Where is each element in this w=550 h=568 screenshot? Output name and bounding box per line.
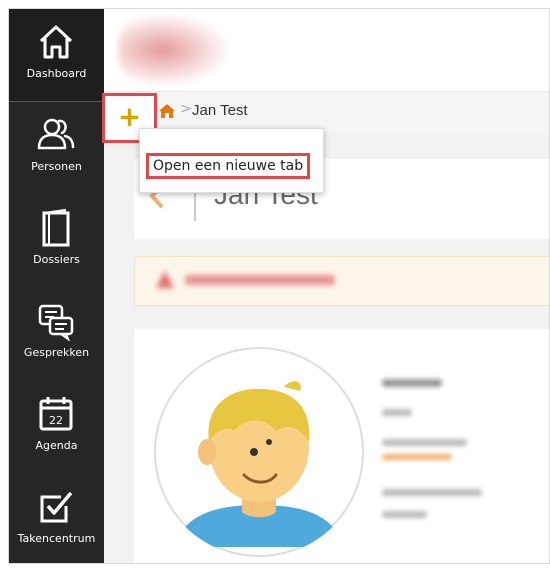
avatar-illustration — [154, 347, 364, 557]
top-bar — [104, 9, 549, 91]
sidebar-item-dashboard[interactable]: Dashboard — [9, 9, 104, 102]
people-icon — [37, 118, 75, 150]
sidebar: Dashboard Personen Dossiers Gesprekken 2… — [9, 9, 104, 563]
home-icon[interactable] — [158, 103, 176, 119]
chat-icon — [38, 304, 74, 342]
home-icon — [39, 25, 73, 59]
avatar — [154, 347, 364, 557]
sidebar-item-label: Agenda — [35, 439, 78, 452]
sidebar-item-label: Dossiers — [33, 253, 80, 266]
app-window: Dashboard Personen Dossiers Gesprekken 2… — [8, 8, 550, 564]
blurred-logo — [118, 15, 228, 85]
warning-notice — [134, 256, 549, 306]
sidebar-item-personen[interactable]: Personen — [9, 102, 104, 194]
calendar-icon: 22 — [39, 397, 73, 431]
context-menu: Open een nieuwe tab — [139, 128, 324, 193]
breadcrumb-separator: > — [180, 101, 192, 117]
profile-card — [134, 329, 549, 563]
sidebar-item-label: Gesprekken — [23, 346, 90, 359]
sidebar-item-label: Takencentrum — [17, 532, 96, 545]
sidebar-item-takencentrum[interactable]: Takencentrum — [9, 474, 104, 563]
breadcrumb-current[interactable]: Jan Test — [192, 102, 248, 119]
sidebar-item-label: Dashboard — [26, 67, 87, 80]
sidebar-item-label: Personen — [31, 160, 82, 173]
sidebar-item-dossiers[interactable]: Dossiers — [9, 195, 104, 287]
main-content: > Jan Test Jan Test — [104, 9, 549, 563]
sidebar-item-agenda[interactable]: 22 Agenda — [9, 381, 104, 473]
checkbox-icon — [40, 491, 73, 523]
open-new-tab-menu-item[interactable]: Open een nieuwe tab — [146, 153, 311, 179]
blurred-warning-text — [156, 271, 335, 288]
calendar-day: 22 — [49, 414, 63, 427]
folder-icon — [42, 208, 70, 247]
sidebar-item-gesprekken[interactable]: Gesprekken — [9, 288, 104, 380]
blurred-profile-details — [382, 379, 482, 518]
